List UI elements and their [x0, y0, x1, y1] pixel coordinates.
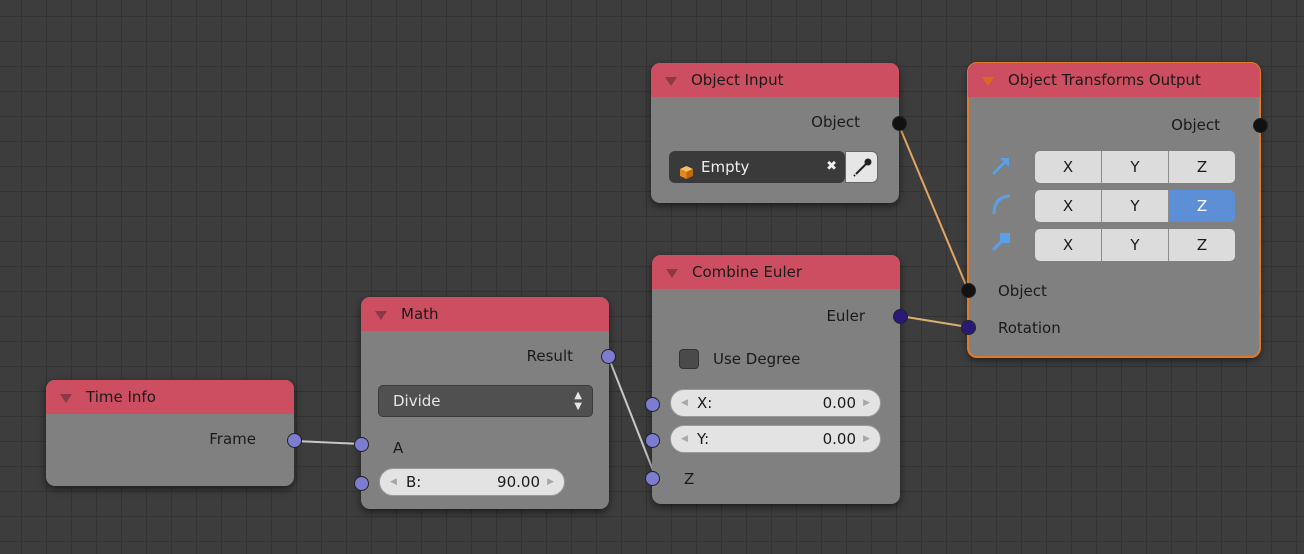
object-picker-field[interactable]: Empty ✖: [669, 151, 845, 183]
node-combine-euler[interactable]: Combine Euler Euler Use Degree ◀ X: 0.00…: [645, 255, 908, 504]
output-label-object: Object: [1171, 116, 1220, 134]
increment-arrow-icon[interactable]: ▶: [547, 469, 554, 495]
link-euler-to-rotation: [899, 315, 969, 328]
output-socket-euler[interactable]: [893, 309, 908, 324]
node-math[interactable]: Math Result Divide ▲ ▼ A ◀ B: 90.00 ▶: [354, 297, 616, 509]
eyedropper-icon: [853, 158, 872, 177]
decrement-arrow-icon[interactable]: ◀: [390, 469, 397, 495]
location-x-toggle[interactable]: X: [1035, 151, 1102, 183]
node-title: Combine Euler: [692, 263, 803, 281]
input-label-a: A: [393, 439, 404, 457]
input-socket-object[interactable]: [961, 283, 976, 298]
node-header[interactable]: Object Transforms Output: [968, 63, 1260, 97]
decrement-arrow-icon[interactable]: ◀: [681, 390, 688, 416]
input-socket-x[interactable]: [645, 397, 660, 412]
collapse-triangle-icon[interactable]: [982, 77, 994, 86]
input-socket-z[interactable]: [645, 471, 660, 486]
link-frame-to-a: [294, 440, 363, 445]
input-label-object: Object: [998, 282, 1047, 300]
node-header[interactable]: Object Input: [651, 63, 899, 97]
input-socket-rotation[interactable]: [961, 320, 976, 335]
object-name: Empty: [701, 158, 750, 176]
scale-arrow-icon: [991, 233, 1010, 252]
eyedropper-button[interactable]: [845, 151, 878, 183]
use-degree-label: Use Degree: [713, 350, 801, 368]
input-label-rotation: Rotation: [998, 319, 1061, 337]
output-label-result: Result: [526, 347, 573, 365]
rotation-arc-icon: [992, 194, 1011, 215]
node-title: Math: [401, 305, 439, 323]
link-object-to-object: [897, 122, 969, 291]
node-title: Object Transforms Output: [1008, 71, 1201, 89]
field-label: X:: [697, 394, 713, 412]
decrement-arrow-icon[interactable]: ◀: [681, 426, 688, 452]
rotation-x-toggle[interactable]: X: [1035, 190, 1102, 222]
operation-dropdown[interactable]: Divide ▲ ▼: [378, 385, 593, 417]
collapse-triangle-icon[interactable]: [666, 269, 678, 278]
node-title: Object Input: [691, 71, 784, 89]
y-value-field[interactable]: ◀ Y: 0.00 ▶: [670, 425, 881, 453]
input-socket-a[interactable]: [354, 437, 369, 452]
scale-axis-toggles[interactable]: X Y Z: [1035, 229, 1235, 261]
field-value: 0.00: [822, 394, 856, 412]
node-header[interactable]: Time Info: [46, 380, 294, 414]
rotation-z-toggle[interactable]: Z: [1169, 190, 1235, 222]
input-socket-b[interactable]: [354, 476, 369, 491]
field-value: 0.00: [822, 430, 856, 448]
field-label: B:: [406, 473, 422, 491]
node-time-info[interactable]: Time Info Frame: [46, 380, 302, 486]
collapse-triangle-icon[interactable]: [665, 77, 677, 86]
field-label: Y:: [697, 430, 710, 448]
output-label-frame: Frame: [209, 430, 256, 448]
collapse-triangle-icon[interactable]: [375, 311, 387, 320]
use-degree-checkbox[interactable]: [679, 349, 699, 369]
increment-arrow-icon[interactable]: ▶: [863, 390, 870, 416]
node-editor-canvas[interactable]: Time Info Frame Math Result Divide ▲ ▼ A …: [0, 0, 1304, 554]
object-cube-icon: [679, 159, 694, 179]
output-label-object: Object: [811, 113, 860, 131]
collapse-triangle-icon[interactable]: [60, 394, 72, 403]
location-arrow-icon: [991, 157, 1010, 176]
clear-object-icon[interactable]: ✖: [826, 151, 837, 183]
rotation-axis-toggles[interactable]: X Y Z: [1035, 190, 1235, 222]
updown-arrows-icon: ▲ ▼: [574, 390, 582, 412]
output-socket-object[interactable]: [892, 116, 907, 131]
node-object-input[interactable]: Object Input Object Empty ✖: [651, 63, 907, 203]
output-socket-object[interactable]: [1253, 118, 1268, 133]
increment-arrow-icon[interactable]: ▶: [863, 426, 870, 452]
scale-x-toggle[interactable]: X: [1035, 229, 1102, 261]
input-socket-y[interactable]: [645, 433, 660, 448]
node-header[interactable]: Combine Euler: [652, 255, 900, 289]
node-object-transforms-output[interactable]: Object Transforms Output Object X Y Z X …: [961, 62, 1268, 358]
node-title: Time Info: [86, 388, 156, 406]
field-value: 90.00: [497, 473, 540, 491]
scale-z-toggle[interactable]: Z: [1169, 229, 1235, 261]
b-value-field[interactable]: ◀ B: 90.00 ▶: [379, 468, 565, 496]
rotation-y-toggle[interactable]: Y: [1102, 190, 1169, 222]
scale-y-toggle[interactable]: Y: [1102, 229, 1169, 261]
location-axis-toggles[interactable]: X Y Z: [1035, 151, 1235, 183]
location-y-toggle[interactable]: Y: [1102, 151, 1169, 183]
output-socket-result[interactable]: [601, 349, 616, 364]
input-label-z: Z: [684, 470, 695, 488]
node-header[interactable]: Math: [361, 297, 609, 331]
output-label-euler: Euler: [826, 307, 865, 325]
x-value-field[interactable]: ◀ X: 0.00 ▶: [670, 389, 881, 417]
link-result-to-z: [607, 355, 657, 479]
operation-value: Divide: [393, 392, 441, 410]
location-z-toggle[interactable]: Z: [1169, 151, 1235, 183]
output-socket-frame[interactable]: [287, 433, 302, 448]
